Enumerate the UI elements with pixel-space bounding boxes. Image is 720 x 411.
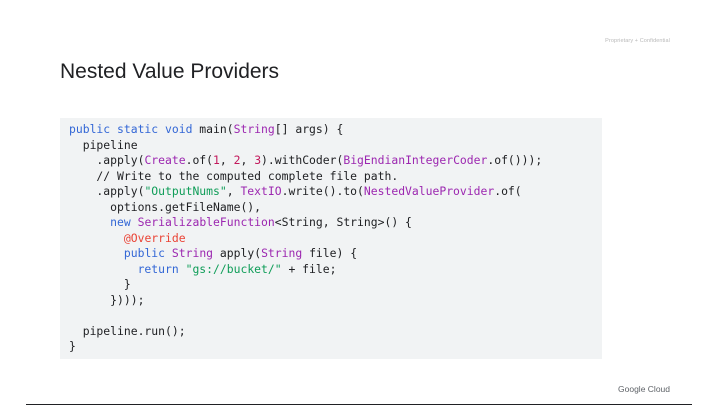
code-text: .of( (185, 153, 214, 167)
google-cloud-logo: Google Cloud (618, 384, 670, 394)
code-line-3: .apply(Create.of(1, 2, 3).withCoder(BigE… (69, 153, 602, 169)
code-text: options.getFileName(), (69, 199, 262, 214)
code-text: .of())); (487, 153, 543, 167)
code-number: 1 (213, 153, 220, 167)
code-text: .write().to( (281, 184, 364, 198)
code-text: <String, String>() { (274, 215, 412, 229)
code-type: SerializableFunction (137, 215, 275, 229)
code-type: String (171, 246, 214, 260)
code-line-15: } (69, 339, 602, 355)
code-text: file) { (302, 246, 358, 260)
code-text: apply( (213, 246, 262, 260)
code-string: "OutputNums" (144, 184, 227, 198)
code-text: .apply( (69, 184, 145, 198)
code-text: , (226, 184, 241, 198)
code-line-10: return "gs://bucket/" + file; (69, 262, 602, 278)
code-text: } (69, 277, 131, 291)
code-type: String (261, 246, 303, 260)
code-line-14: pipeline.run(); (69, 324, 602, 340)
code-text: + file; (281, 261, 337, 276)
code-type: Create (144, 153, 186, 167)
slide-title: Nested Value Providers (60, 60, 280, 83)
code-line-1: public static void main(String[] args) { (69, 122, 602, 138)
code-line-7: new SerializableFunction<String, String>… (69, 215, 602, 231)
slide: Proprietary + Confidential Nested Value … (0, 0, 720, 411)
code-string: "gs://bucket/" (185, 261, 282, 276)
code-text: }))); (69, 292, 145, 307)
code-annotation: @Override (123, 230, 186, 245)
code-text: [] args) { (274, 122, 344, 136)
code-text: ).withCoder( (261, 153, 344, 167)
code-line-11: } (69, 277, 602, 293)
code-line-5: .apply("OutputNums", TextIO.write().to(N… (69, 184, 602, 200)
code-type: String (233, 122, 275, 136)
code-line-2: pipeline (69, 138, 602, 154)
code-text: main( (192, 122, 234, 136)
code-line-9: public String apply(String file) { (69, 246, 602, 262)
code-text: , (219, 153, 234, 167)
confidential-label: Proprietary + Confidential (605, 38, 670, 44)
code-line-8: @Override (69, 231, 602, 247)
bottom-divider (26, 404, 692, 405)
code-keyword: new (110, 215, 131, 229)
code-comment: // Write to the computed complete file p… (69, 168, 399, 183)
code-text: , (240, 153, 255, 167)
code-keyword: public static void (69, 122, 193, 136)
code-keyword: public (123, 246, 166, 260)
code-type: BigEndianIntegerCoder (343, 153, 488, 167)
code-text: pipeline (69, 137, 138, 152)
code-type: TextIO (240, 184, 282, 198)
code-text: .of( (494, 184, 522, 198)
code-text: pipeline.run(); (69, 323, 186, 338)
code-line-6: options.getFileName(), (69, 200, 602, 216)
code-type: NestedValueProvider (363, 184, 495, 198)
code-keyword: return (137, 261, 179, 276)
code-block: public static void main(String[] args) {… (60, 118, 602, 359)
code-line-12: }))); (69, 293, 602, 309)
code-line-4: // Write to the computed complete file p… (69, 169, 602, 185)
code-text: .apply( (69, 153, 145, 167)
code-text: } (69, 339, 76, 353)
